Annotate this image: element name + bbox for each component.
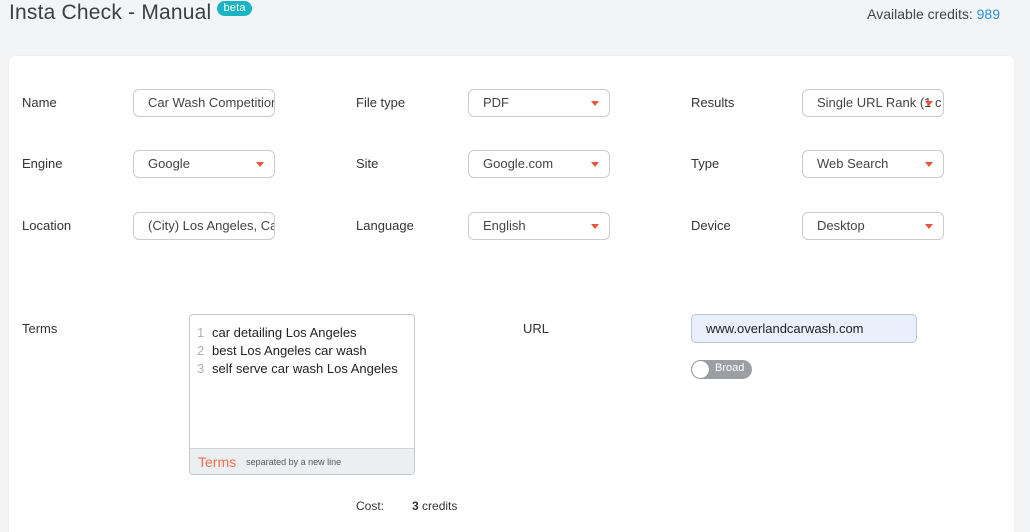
term-text: self serve car wash Los Angeles: [212, 361, 398, 376]
chevron-down-icon: [925, 162, 933, 167]
broad-toggle-label: Broad: [715, 362, 745, 374]
chevron-down-icon: [925, 101, 933, 106]
terms-footer-title: Terms: [198, 453, 237, 470]
cost-value: 3 credits: [412, 499, 457, 513]
engine-label: Engine: [22, 156, 63, 171]
url-input[interactable]: www.overlandcarwash.com: [691, 314, 917, 343]
url-label: URL: [523, 321, 550, 336]
terms-label: Terms: [22, 321, 58, 336]
list-item: 2 best Los Angeles car wash: [197, 342, 414, 360]
device-select[interactable]: Desktop: [802, 212, 944, 240]
engine-select[interactable]: Google: [133, 150, 275, 178]
term-text: car detailing Los Angeles: [212, 325, 357, 340]
toggle-knob: [692, 361, 709, 378]
file-type-select[interactable]: PDF: [468, 89, 610, 117]
available-credits: Available credits: 989: [867, 6, 1000, 22]
file-type-value: PDF: [483, 95, 509, 110]
engine-value: Google: [148, 156, 190, 171]
language-label: Language: [356, 218, 414, 233]
terms-footer: Terms separated by a new line: [190, 448, 414, 474]
terms-textarea[interactable]: 1 car detailing Los Angeles 2 best Los A…: [189, 314, 415, 475]
credits-label: Available credits:: [867, 6, 973, 22]
chevron-down-icon: [256, 162, 264, 167]
page-title: Insta Check - Manual beta: [9, 0, 252, 25]
line-number: 1: [197, 325, 205, 340]
name-label: Name: [22, 95, 57, 110]
terms-list: 1 car detailing Los Angeles 2 best Los A…: [190, 315, 414, 378]
site-label: Site: [356, 156, 379, 171]
type-select[interactable]: Web Search: [802, 150, 944, 178]
results-value: Single URL Rank (1 c: [817, 95, 942, 110]
url-input-value: www.overlandcarwash.com: [706, 321, 864, 336]
device-label: Device: [691, 218, 731, 233]
cost-label: Cost:: [356, 499, 385, 513]
type-label: Type: [691, 156, 720, 171]
cost-unit: credits: [422, 499, 458, 513]
line-number: 3: [197, 361, 205, 376]
language-value: English: [483, 218, 526, 233]
type-value: Web Search: [817, 156, 889, 171]
site-value: Google.com: [483, 156, 554, 171]
line-number: 2: [197, 343, 205, 358]
location-label: Location: [22, 218, 72, 233]
language-select[interactable]: English: [468, 212, 610, 240]
chevron-down-icon: [591, 162, 599, 167]
name-input-value: Car Wash Competition: [148, 95, 275, 110]
chevron-down-icon: [925, 224, 933, 229]
location-input[interactable]: (City) Los Angeles, Ca: [133, 212, 275, 240]
list-item: 1 car detailing Los Angeles: [197, 324, 414, 342]
terms-footer-hint: separated by a new line: [246, 456, 342, 467]
page-title-text: Insta Check - Manual: [9, 1, 212, 24]
credits-value: 989: [976, 6, 1000, 22]
beta-badge: beta: [217, 0, 252, 16]
broad-toggle[interactable]: Broad: [691, 360, 752, 379]
site-select[interactable]: Google.com: [468, 150, 610, 178]
chevron-down-icon: [591, 224, 599, 229]
results-label: Results: [691, 95, 735, 110]
cost-number: 3: [412, 499, 419, 513]
device-value: Desktop: [817, 218, 865, 233]
list-item: 3 self serve car wash Los Angeles: [197, 360, 414, 378]
term-text: best Los Angeles car wash: [212, 343, 367, 358]
name-input[interactable]: Car Wash Competition: [133, 89, 275, 117]
file-type-label: File type: [356, 95, 406, 110]
chevron-down-icon: [591, 101, 599, 106]
results-select[interactable]: Single URL Rank (1 c: [802, 89, 944, 117]
location-input-value: (City) Los Angeles, Ca: [148, 218, 275, 233]
form-panel: Name Car Wash Competition File type PDF …: [9, 56, 1014, 532]
